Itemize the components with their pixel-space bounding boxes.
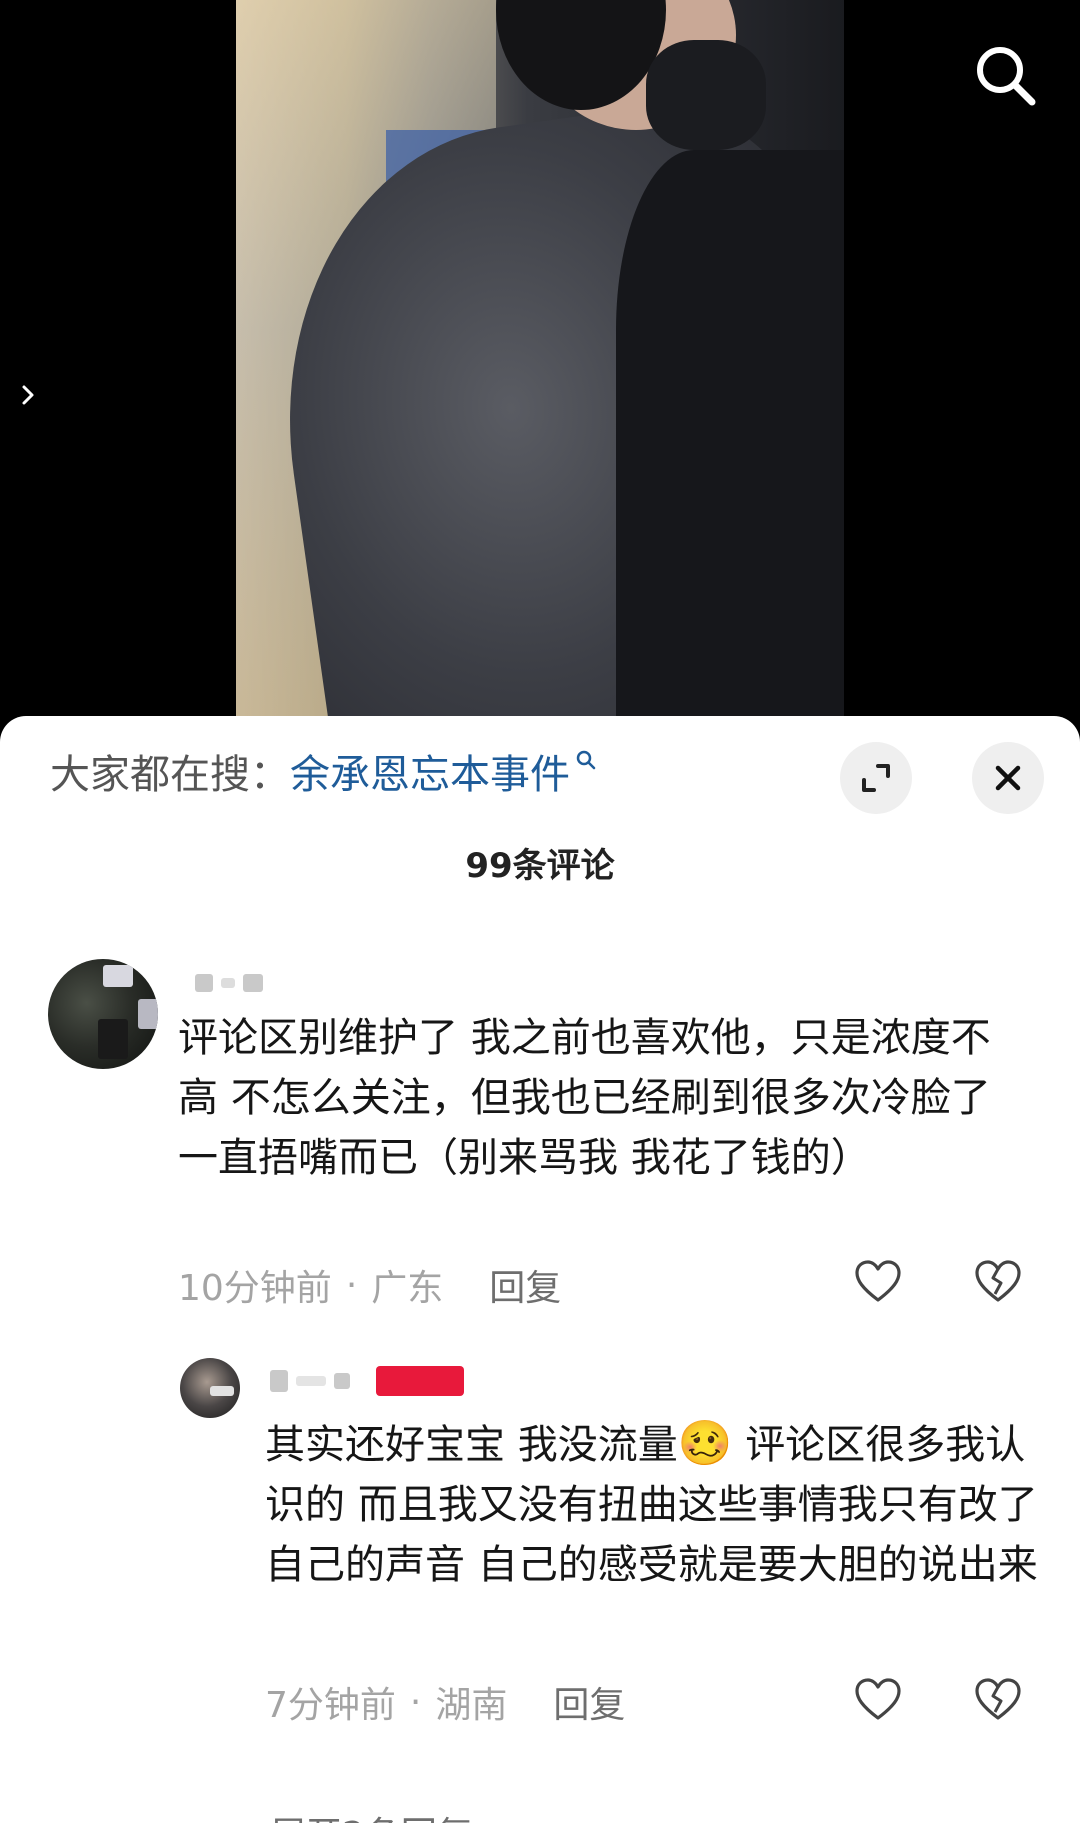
reply-text-part: 其实还好宝宝 我没流量 — [265, 1422, 678, 1468]
reply-location: 湖南 — [435, 1685, 508, 1726]
hot-search-bar: 大家都在搜： 余承恩忘本事件 — [50, 746, 598, 798]
search-icon — [576, 750, 596, 770]
comment-panel: 大家都在搜： 余承恩忘本事件 99条评论 评论区别维护了 我之前也喜欢他，只是浓… — [0, 716, 1080, 1823]
heart-icon — [855, 1678, 901, 1720]
close-panel-button[interactable] — [972, 742, 1044, 814]
chevron-down-icon — [479, 1814, 515, 1823]
like-button[interactable] — [852, 1674, 904, 1726]
avatar[interactable] — [48, 959, 158, 1069]
like-button[interactable] — [852, 1256, 904, 1308]
video-player[interactable] — [0, 0, 1080, 730]
dislike-button[interactable] — [972, 1674, 1024, 1726]
hot-search-term[interactable]: 余承恩忘本事件 — [290, 742, 570, 800]
username-redacted — [195, 974, 263, 992]
expand-icon — [862, 764, 890, 792]
reply-button[interactable]: 回复 — [553, 1676, 625, 1728]
video-frame — [236, 0, 844, 730]
username-redacted — [270, 1366, 464, 1396]
reply-meta: 7分钟前 · 湖南 回复 — [265, 1676, 625, 1728]
close-icon — [995, 765, 1021, 791]
chevron-right-icon — [22, 385, 34, 405]
comment-time: 10分钟前 — [178, 1268, 332, 1309]
search-icon — [977, 47, 1036, 106]
broken-heart-icon — [975, 1260, 1021, 1302]
next-video-button[interactable] — [14, 380, 44, 410]
expand-replies-label: 展开2条回复 — [270, 1806, 473, 1823]
comment-meta: 10分钟前 · 广东 回复 — [178, 1259, 561, 1311]
expand-replies-button[interactable]: 展开2条回复 — [180, 1806, 515, 1823]
dislike-button[interactable] — [972, 1256, 1024, 1308]
user-badge — [376, 1366, 464, 1396]
reply-button[interactable]: 回复 — [489, 1259, 561, 1311]
reply-text: 其实还好宝宝 我没流量🥴 评论区很多我认识的 而且我又没有扭曲这些事情我只有改了… — [265, 1414, 1045, 1595]
broken-heart-icon — [975, 1678, 1021, 1720]
avatar[interactable] — [180, 1358, 240, 1418]
comment-count-title: 99条评论 — [465, 846, 615, 886]
emoji: 🥴 — [677, 1418, 733, 1469]
comment-text: 评论区别维护了 我之前也喜欢他，只是浓度不高 不怎么关注，但我也已经刷到很多次冷… — [178, 1015, 991, 1181]
search-button[interactable] — [970, 40, 1040, 110]
hot-search-prefix: 大家都在搜： — [50, 752, 290, 798]
reply-time: 7分钟前 — [265, 1685, 396, 1726]
comment-location: 广东 — [371, 1268, 444, 1309]
heart-icon — [855, 1260, 901, 1302]
expand-panel-button[interactable] — [840, 742, 912, 814]
